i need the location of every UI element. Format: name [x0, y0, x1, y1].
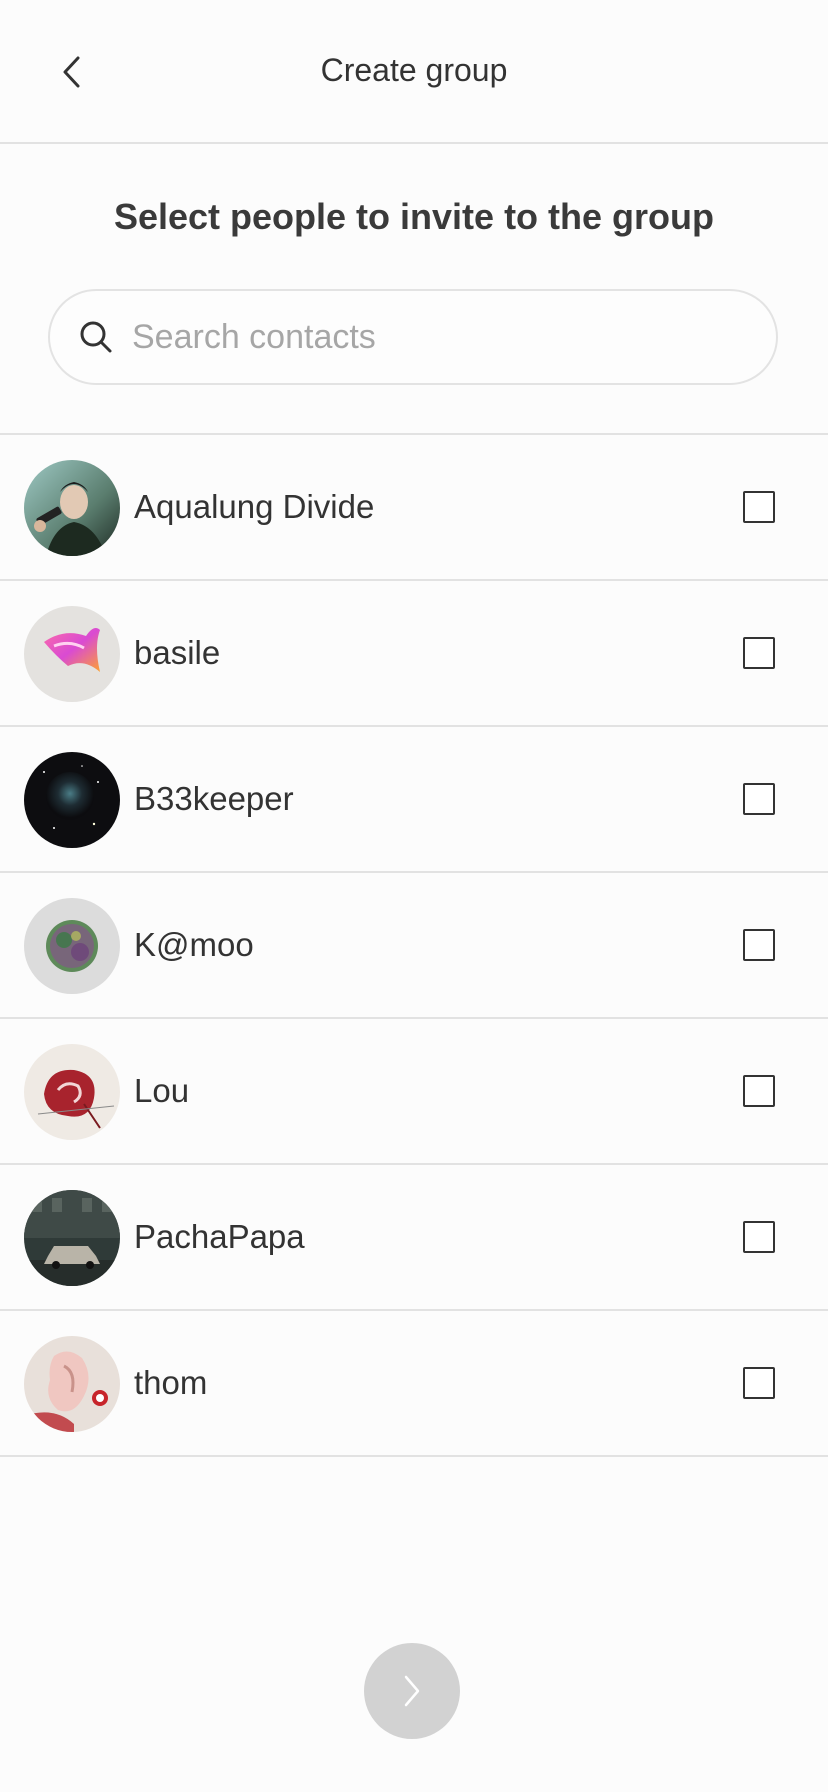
select-checkbox[interactable]	[743, 637, 775, 669]
contact-row-b33keeper[interactable]: B33keeper	[0, 727, 828, 873]
avatar	[24, 1336, 120, 1432]
search-icon	[76, 317, 116, 357]
header: Create group	[0, 0, 828, 144]
select-checkbox[interactable]	[743, 1221, 775, 1253]
select-checkbox[interactable]	[743, 929, 775, 961]
contact-name: Aqualung Divide	[134, 488, 375, 525]
contact-name: B33keeper	[134, 780, 294, 817]
contact-row-thom[interactable]: thom	[0, 1311, 828, 1457]
search-input[interactable]	[132, 317, 732, 357]
search-bar[interactable]	[48, 289, 778, 385]
chevron-right-icon	[404, 1675, 420, 1707]
contact-row-lou[interactable]: Lou	[0, 1019, 828, 1165]
next-button[interactable]	[364, 1643, 460, 1739]
select-checkbox[interactable]	[743, 1367, 775, 1399]
contact-name: PachaPapa	[134, 1218, 305, 1255]
contact-name: basile	[134, 634, 221, 671]
contact-row-pachapapa[interactable]: PachaPapa	[0, 1165, 828, 1311]
avatar	[24, 606, 120, 702]
contact-list: Aqualung Divide basile B33keeper K@moo L…	[0, 433, 828, 1457]
contact-row-basile[interactable]: basile	[0, 581, 828, 727]
select-checkbox[interactable]	[743, 1075, 775, 1107]
contact-name: Lou	[134, 1072, 190, 1109]
avatar	[24, 1190, 120, 1286]
contact-name: K@moo	[134, 926, 254, 963]
avatar	[24, 752, 120, 848]
avatar	[24, 898, 120, 994]
contact-row-aqualung-divide[interactable]: Aqualung Divide	[0, 435, 828, 581]
page-title: Create group	[320, 52, 508, 88]
avatar	[24, 460, 120, 556]
avatar	[24, 1044, 120, 1140]
select-checkbox[interactable]	[743, 491, 775, 523]
contact-row-kamoo[interactable]: K@moo	[0, 873, 828, 1019]
invite-instructions: Select people to invite to the group	[113, 196, 715, 237]
select-checkbox[interactable]	[743, 783, 775, 815]
contact-name: thom	[134, 1364, 208, 1401]
